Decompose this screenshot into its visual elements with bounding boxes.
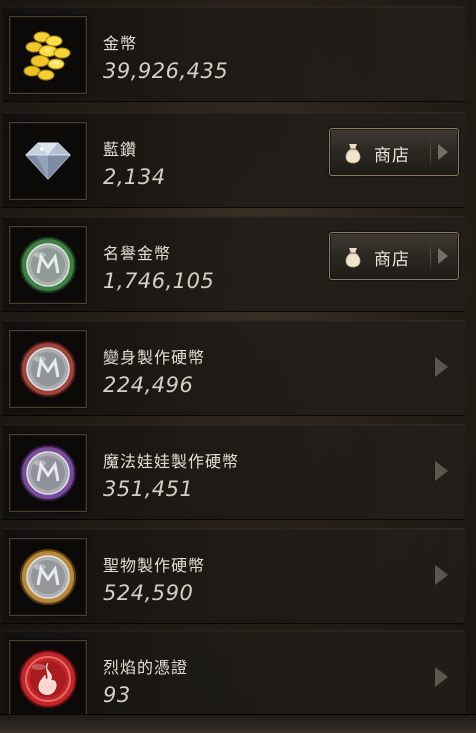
- currency-name: 烈焰的憑證: [103, 658, 189, 677]
- currency-amount: 93: [103, 683, 131, 707]
- currency-amount: 224,496: [103, 373, 194, 397]
- currency-name: 藍鑽: [103, 140, 138, 159]
- currency-amount: 1,746,105: [103, 269, 215, 293]
- currency-row-flame-token[interactable]: 烈焰的憑證 93: [3, 630, 465, 726]
- currency-row-doll-coin[interactable]: 魔法娃娃製作硬幣 351,451: [3, 424, 465, 520]
- red-transform-coin-icon: [9, 330, 87, 408]
- blue-diamond-icon: [9, 122, 87, 200]
- currency-name: 金幣: [103, 34, 138, 53]
- shop-button[interactable]: 商店: [329, 128, 459, 176]
- currency-amount: 524,590: [103, 581, 194, 605]
- chevron-right-icon: [438, 248, 448, 264]
- currency-list: 金幣 39,926,435 藍鑽 2,134 商店 名譽金幣 1,746,105…: [0, 0, 476, 732]
- currency-row-relic-coin[interactable]: 聖物製作硬幣 524,590: [3, 528, 465, 624]
- chevron-right-icon: [435, 667, 448, 687]
- shop-button-label: 商店: [374, 146, 410, 166]
- shop-button[interactable]: 商店: [329, 232, 459, 280]
- flame-token-icon: [9, 640, 87, 718]
- currency-row-transform-coin[interactable]: 變身製作硬幣 224,496: [3, 320, 465, 416]
- currency-row-honor-coin: 名譽金幣 1,746,105 商店: [3, 216, 465, 312]
- gold-relic-coin-icon: [9, 538, 87, 616]
- currency-name: 名譽金幣: [103, 244, 172, 263]
- currency-name: 變身製作硬幣: [103, 348, 206, 367]
- chevron-right-icon: [435, 461, 448, 481]
- gold-coins-icon: [9, 16, 87, 94]
- money-bag-icon: [345, 144, 361, 164]
- currency-name: 聖物製作硬幣: [103, 556, 206, 575]
- divider: [430, 135, 431, 169]
- currency-amount: 39,926,435: [103, 59, 229, 83]
- currency-name: 魔法娃娃製作硬幣: [103, 452, 240, 471]
- currency-amount: 2,134: [103, 165, 166, 189]
- currency-amount: 351,451: [103, 477, 194, 501]
- bottom-frame: [0, 714, 476, 733]
- currency-row-blue-diamond: 藍鑽 2,134 商店: [3, 112, 465, 208]
- purple-doll-coin-icon: [9, 434, 87, 512]
- shop-button-label: 商店: [374, 250, 410, 270]
- green-honor-coin-icon: [9, 226, 87, 304]
- currency-row-gold: 金幣 39,926,435: [3, 6, 465, 102]
- divider: [430, 239, 431, 273]
- chevron-right-icon: [435, 357, 448, 377]
- chevron-right-icon: [435, 565, 448, 585]
- chevron-right-icon: [438, 144, 448, 160]
- money-bag-icon: [345, 248, 361, 268]
